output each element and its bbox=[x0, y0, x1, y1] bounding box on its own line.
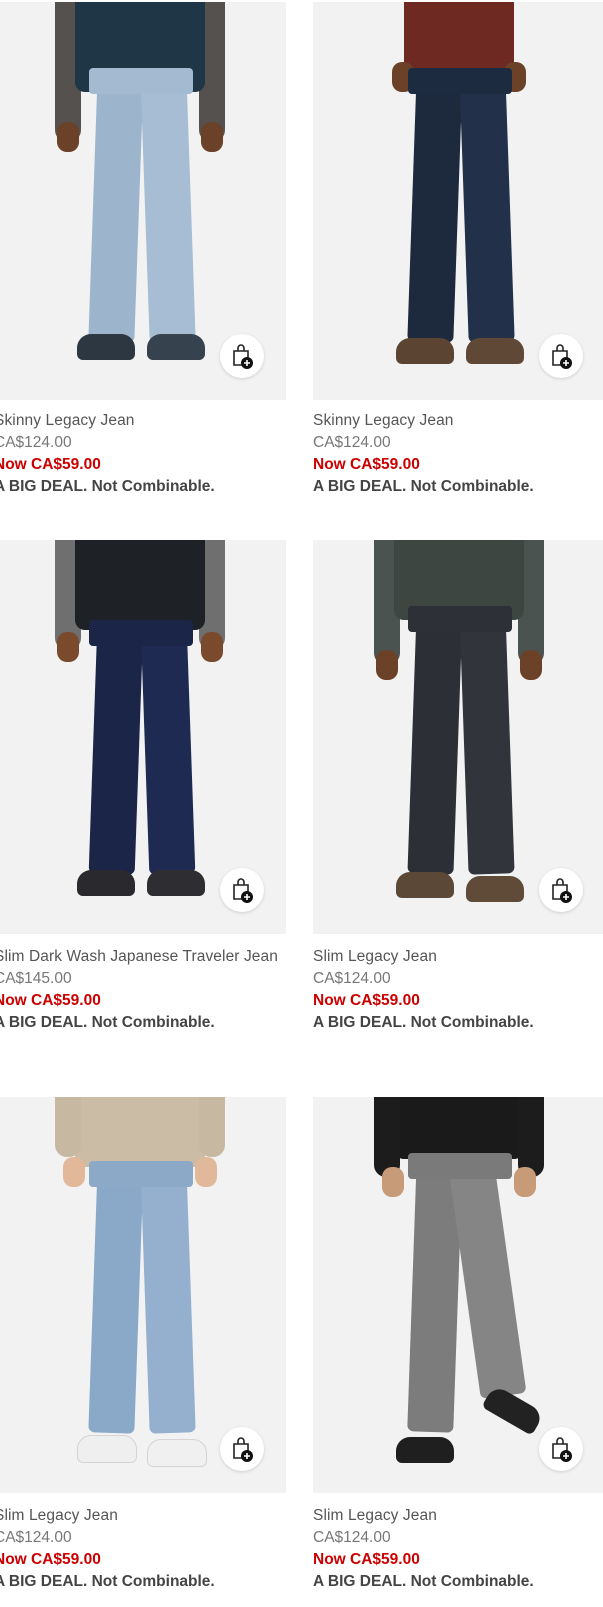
bag-plus-icon bbox=[549, 343, 573, 369]
product-card[interactable]: Slim Dark Wash Japanese Traveler Jean CA… bbox=[0, 540, 286, 1034]
model-figure bbox=[374, 2, 544, 400]
product-name[interactable]: Slim Dark Wash Japanese Traveler Jean bbox=[0, 946, 286, 968]
sale-price: Now CA$59.00 bbox=[0, 456, 101, 473]
add-to-bag-button[interactable] bbox=[220, 868, 264, 912]
add-to-bag-button[interactable] bbox=[539, 1427, 583, 1471]
original-price: CA$124.00 bbox=[313, 434, 391, 451]
model-figure bbox=[374, 1097, 545, 1493]
product-image[interactable] bbox=[0, 540, 286, 934]
bag-plus-icon bbox=[230, 343, 254, 369]
add-to-bag-button[interactable] bbox=[220, 334, 264, 378]
product-grid: Skinny Legacy Jean CA$124.00 Now CA$59.0… bbox=[0, 0, 603, 1607]
bag-plus-icon bbox=[230, 877, 254, 903]
model-figure bbox=[55, 2, 225, 400]
promo-text: A BIG DEAL. Not Combinable. bbox=[313, 478, 534, 495]
product-image[interactable] bbox=[0, 2, 286, 400]
sale-price: Now CA$59.00 bbox=[313, 992, 420, 1009]
original-price: CA$124.00 bbox=[0, 434, 72, 451]
product-info: Slim Legacy Jean CA$124.00 Now CA$59.00 … bbox=[0, 1493, 286, 1593]
product-info: Slim Dark Wash Japanese Traveler Jean CA… bbox=[0, 934, 286, 1034]
product-info: Slim Legacy Jean CA$124.00 Now CA$59.00 … bbox=[313, 934, 603, 1034]
bag-plus-icon bbox=[549, 1436, 573, 1462]
promo-text: A BIG DEAL. Not Combinable. bbox=[0, 478, 215, 495]
product-info: Skinny Legacy Jean CA$124.00 Now CA$59.0… bbox=[0, 398, 286, 498]
product-info: Skinny Legacy Jean CA$124.00 Now CA$59.0… bbox=[313, 398, 603, 498]
product-name[interactable]: Slim Legacy Jean bbox=[313, 946, 603, 968]
product-name[interactable]: Skinny Legacy Jean bbox=[0, 410, 286, 432]
sale-price: Now CA$59.00 bbox=[313, 456, 420, 473]
bag-plus-icon bbox=[230, 1436, 254, 1462]
product-image[interactable] bbox=[313, 2, 603, 400]
promo-text: A BIG DEAL. Not Combinable. bbox=[0, 1014, 215, 1031]
model-figure bbox=[55, 540, 225, 934]
product-card[interactable]: Slim Legacy Jean CA$124.00 Now CA$59.00 … bbox=[313, 1097, 603, 1593]
sale-price: Now CA$59.00 bbox=[313, 1551, 420, 1568]
model-figure bbox=[374, 540, 544, 934]
add-to-bag-button[interactable] bbox=[220, 1427, 264, 1471]
sale-price: Now CA$59.00 bbox=[0, 992, 101, 1009]
product-image[interactable] bbox=[0, 1097, 286, 1493]
bag-plus-icon bbox=[549, 877, 573, 903]
product-card[interactable]: Slim Legacy Jean CA$124.00 Now CA$59.00 … bbox=[0, 1097, 286, 1593]
sale-price: Now CA$59.00 bbox=[0, 1551, 101, 1568]
original-price: CA$124.00 bbox=[0, 1529, 72, 1546]
original-price: CA$124.00 bbox=[313, 970, 391, 987]
promo-text: A BIG DEAL. Not Combinable. bbox=[313, 1573, 534, 1590]
product-card[interactable]: Slim Legacy Jean CA$124.00 Now CA$59.00 … bbox=[313, 540, 603, 1034]
product-info: Slim Legacy Jean CA$124.00 Now CA$59.00 … bbox=[313, 1493, 603, 1593]
original-price: CA$145.00 bbox=[0, 970, 72, 987]
model-figure bbox=[55, 1097, 225, 1493]
product-image[interactable] bbox=[313, 1097, 603, 1493]
original-price: CA$124.00 bbox=[313, 1529, 391, 1546]
product-name[interactable]: Slim Legacy Jean bbox=[313, 1505, 603, 1527]
product-name[interactable]: Slim Legacy Jean bbox=[0, 1505, 286, 1527]
product-card[interactable]: Skinny Legacy Jean CA$124.00 Now CA$59.0… bbox=[313, 0, 603, 498]
product-image[interactable] bbox=[313, 540, 603, 934]
add-to-bag-button[interactable] bbox=[539, 868, 583, 912]
promo-text: A BIG DEAL. Not Combinable. bbox=[313, 1014, 534, 1031]
promo-text: A BIG DEAL. Not Combinable. bbox=[0, 1573, 215, 1590]
product-name[interactable]: Skinny Legacy Jean bbox=[313, 410, 603, 432]
product-card[interactable]: Skinny Legacy Jean CA$124.00 Now CA$59.0… bbox=[0, 0, 286, 498]
add-to-bag-button[interactable] bbox=[539, 334, 583, 378]
